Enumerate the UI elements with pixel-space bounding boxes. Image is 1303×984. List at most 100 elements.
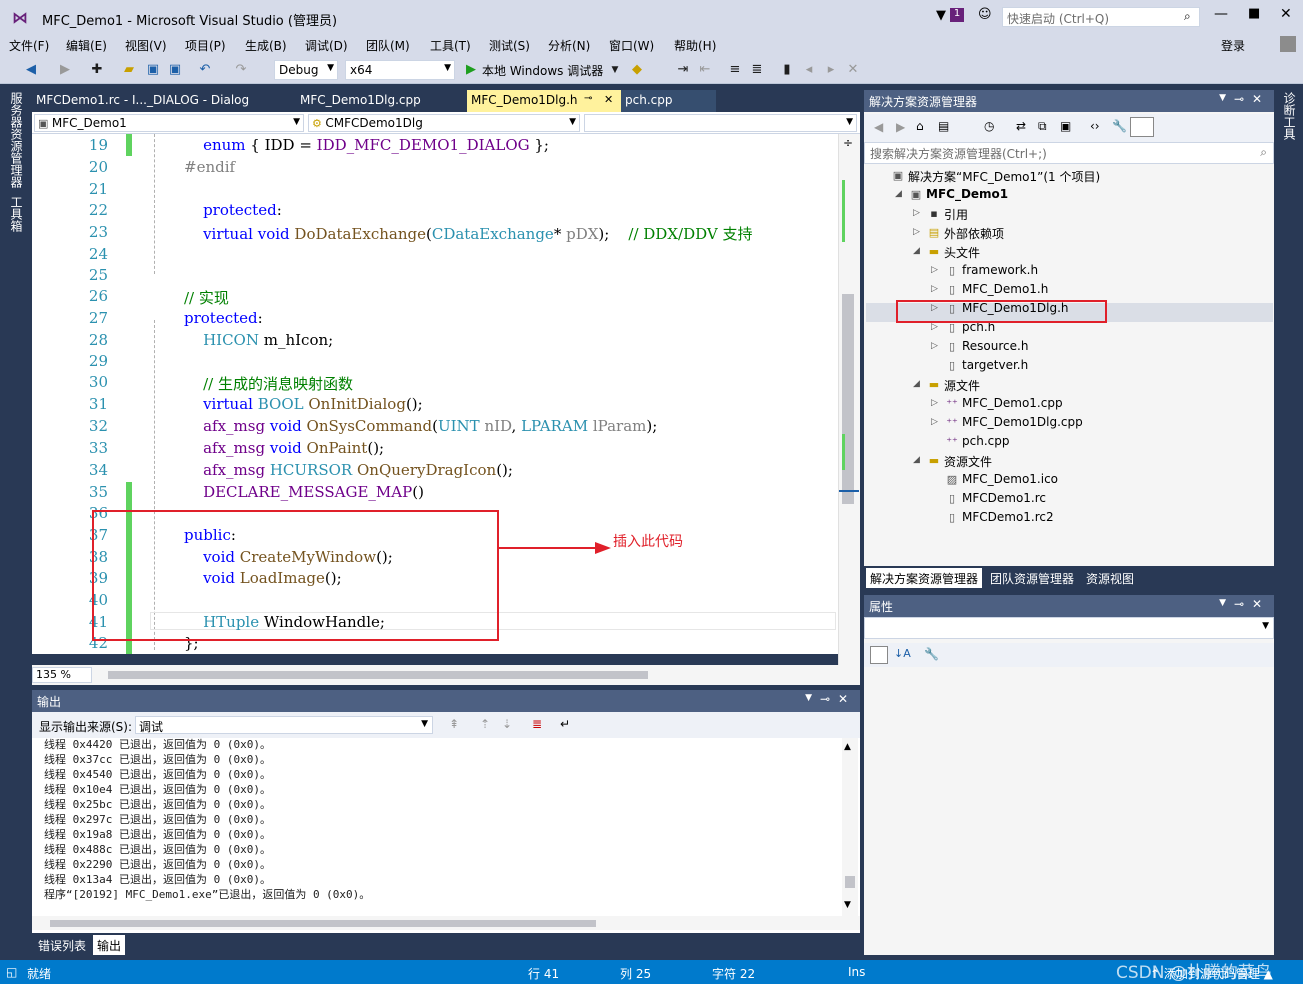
switch-view-icon[interactable]: ▤ (938, 119, 949, 133)
next-message-icon[interactable]: ⇣ (502, 717, 512, 731)
split-icon[interactable]: ÷ (843, 136, 853, 150)
quick-launch-input[interactable]: 快速启动 (Ctrl+Q) (1002, 7, 1200, 27)
expand-toggle-icon[interactable]: ◢ (913, 379, 920, 389)
solution-explorer-search[interactable]: 搜索解决方案资源管理器(Ctrl+;) ⌕ (864, 142, 1274, 164)
tab-team-explorer[interactable]: 团队资源管理器 (986, 568, 1078, 588)
prev-bookmark-icon[interactable]: ◂ (800, 61, 818, 79)
preview-icon[interactable] (1130, 117, 1154, 137)
pending-changes-icon[interactable]: ◷ (984, 119, 994, 133)
menu-tools[interactable]: 工具(T) (430, 37, 471, 54)
tree-item[interactable]: MFC_Demo1Dlg.cpp (962, 415, 1083, 429)
save-icon[interactable]: ▣ (144, 61, 162, 79)
project-combo[interactable]: ▣ MFC_Demo1 ▼ (34, 114, 304, 132)
se-back-icon[interactable]: ◀ (874, 120, 883, 134)
tree-item[interactable]: pch.cpp (962, 434, 1009, 448)
categorized-icon[interactable] (870, 646, 888, 664)
collapse-all-icon[interactable]: ⧉ (1038, 119, 1047, 134)
tree-item[interactable]: Resource.h (962, 339, 1028, 353)
tab-resource-view[interactable]: 资源视图 (1082, 568, 1138, 588)
prev-message-icon[interactable]: ⇡ (480, 717, 490, 731)
tree-item[interactable]: MFC_Demo1.cpp (962, 396, 1063, 410)
tree-item[interactable]: MFC_Demo1.ico (962, 472, 1058, 486)
expand-toggle-icon[interactable]: ▷ (931, 284, 938, 294)
menu-file[interactable]: 文件(F) (9, 37, 49, 54)
save-all-icon[interactable]: ▣ (166, 61, 184, 79)
step-icon[interactable]: ⇥ (674, 61, 692, 79)
comment-icon[interactable]: ≡ (726, 61, 744, 79)
menu-team[interactable]: 团队(M) (366, 37, 410, 54)
config-select[interactable]: Debug ▼ (274, 60, 338, 80)
feedback-icon[interactable]: ☺ (978, 7, 992, 22)
clear-bookmark-icon[interactable]: ✕ (844, 61, 862, 79)
expand-toggle-icon[interactable]: ▷ (931, 265, 938, 275)
output-source-select[interactable]: 调试 ▼ (135, 716, 433, 734)
tree-item[interactable]: 解决方案“MFC_Demo1”(1 个项目) (908, 168, 1100, 185)
tree-item[interactable]: 头文件 (944, 244, 980, 261)
se-menu-icon[interactable]: ▼ (1219, 93, 1226, 103)
properties-object-select[interactable]: ▼ (864, 617, 1274, 639)
find-message-icon[interactable]: ⇞ (449, 717, 459, 731)
login-link[interactable]: 登录 (1221, 37, 1245, 54)
properties-icon[interactable]: 🔧 (1112, 119, 1127, 133)
tree-item[interactable]: MFCDemo1.rc2 (962, 510, 1054, 524)
tab-solution-explorer[interactable]: 解决方案资源管理器 (866, 568, 983, 588)
tree-item[interactable]: MFC_Demo1.h (962, 282, 1048, 296)
menu-project[interactable]: 项目(P) (185, 37, 226, 54)
clear-all-icon[interactable]: ≣ (532, 717, 542, 731)
tree-item[interactable]: 资源文件 (944, 453, 992, 470)
se-forward-icon[interactable]: ▶ (896, 120, 905, 134)
new-project-icon[interactable]: ✚ (88, 61, 106, 79)
sync-icon[interactable]: ⇄ (1016, 119, 1026, 133)
close-button[interactable]: ✕ (1280, 6, 1292, 22)
start-debug-icon[interactable]: ▶ (462, 61, 480, 79)
notification-badge[interactable]: 1 (950, 8, 964, 22)
tree-item[interactable]: targetver.h (962, 358, 1028, 372)
toolbox-tab[interactable]: 工具箱 (8, 196, 25, 232)
output-vscrollbar[interactable]: ▲ ▼ (842, 738, 858, 916)
tab-pch-cpp[interactable]: pch.cpp (621, 90, 716, 112)
pin-icon[interactable]: ⊸ (584, 93, 592, 104)
menu-build[interactable]: 生成(B) (245, 37, 287, 54)
word-wrap-icon[interactable]: ↵ (560, 717, 570, 731)
expand-toggle-icon[interactable]: ▷ (931, 398, 938, 408)
menu-debug[interactable]: 调试(D) (305, 37, 348, 54)
menu-analyze[interactable]: 分析(N) (548, 37, 590, 54)
expand-toggle-icon[interactable]: ▷ (931, 322, 938, 332)
menu-help[interactable]: 帮助(H) (674, 37, 716, 54)
props-menu-icon[interactable]: ▼ (1219, 598, 1226, 608)
tab-output[interactable]: 输出 (93, 935, 126, 955)
output-text[interactable]: 线程 0x4420 已退出，返回值为 0 (0x0)。 线程 0x37cc 已退出… (32, 738, 842, 916)
props-close-icon[interactable]: ✕ (1252, 597, 1262, 611)
scroll-thumb[interactable] (842, 294, 854, 504)
menu-edit[interactable]: 编辑(E) (66, 37, 107, 54)
bookmark-icon[interactable]: ▮ (778, 61, 796, 79)
back-icon[interactable]: ◀ (22, 61, 40, 79)
expand-toggle-icon[interactable]: ◢ (913, 455, 920, 465)
props-pin-icon[interactable]: ⊸ (1234, 597, 1244, 611)
output-pin-icon[interactable]: ⊸ (820, 692, 830, 706)
diagnostic-tools-tab[interactable]: 诊断工具 (1281, 92, 1298, 140)
se-close-icon[interactable]: ✕ (1252, 92, 1262, 106)
tab-dlg-cpp[interactable]: MFC_Demo1Dlg.cpp (296, 90, 466, 112)
output-hscrollbar[interactable] (32, 916, 860, 930)
run-debugger-button[interactable]: 本地 Windows 调试器 (482, 62, 603, 79)
open-folder-icon[interactable]: ▰ (120, 61, 138, 79)
tree-item[interactable]: MFCDemo1.rc (962, 491, 1046, 505)
expand-toggle-icon[interactable]: ▷ (913, 227, 920, 237)
undo-icon[interactable]: ↶ (196, 61, 214, 79)
output-close-icon[interactable]: ✕ (838, 692, 848, 706)
menu-window[interactable]: 窗口(W) (609, 37, 654, 54)
uncomment-icon[interactable]: ≣ (748, 61, 766, 79)
close-tab-icon[interactable]: ✕ (604, 93, 613, 106)
code-view-icon[interactable]: ‹› (1090, 119, 1100, 133)
minimize-button[interactable]: — (1214, 6, 1228, 22)
tab-rc-dialog[interactable]: MFCDemo1.rc - I..._DIALOG - Dialog (32, 90, 297, 112)
show-all-files-icon[interactable]: ▣ (1060, 119, 1071, 133)
menu-test[interactable]: 测试(S) (489, 37, 530, 54)
tree-item[interactable]: framework.h (962, 263, 1038, 277)
zoom-select[interactable]: 135 % (32, 667, 92, 683)
member-combo[interactable]: ▼ (584, 114, 857, 132)
maximize-button[interactable]: ■ (1248, 6, 1260, 21)
forward-icon[interactable]: ▶ (56, 61, 74, 79)
tree-item[interactable]: 外部依赖项 (944, 225, 1004, 242)
